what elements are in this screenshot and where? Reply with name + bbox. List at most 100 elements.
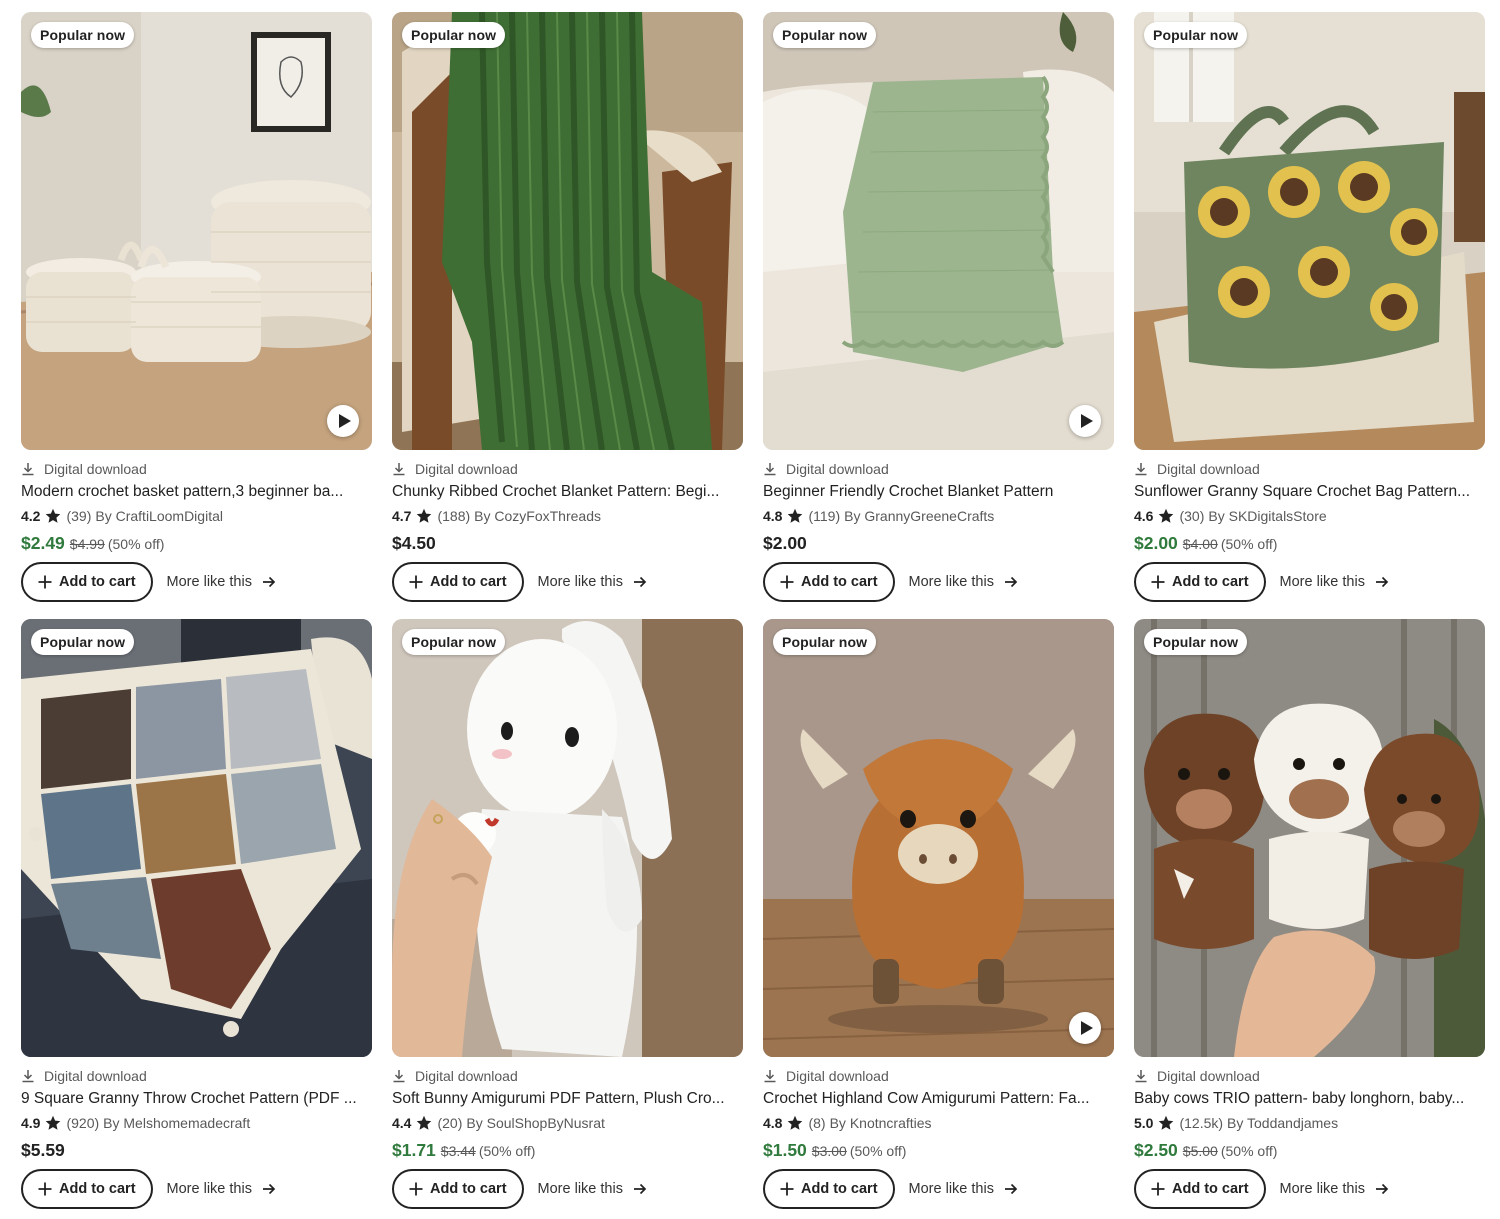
digital-download-label: Digital download bbox=[21, 1067, 372, 1085]
product-image[interactable]: Popular now bbox=[21, 619, 372, 1057]
play-icon[interactable] bbox=[1069, 1012, 1101, 1044]
star-icon bbox=[1159, 1115, 1174, 1130]
download-icon bbox=[764, 463, 776, 476]
add-to-cart-label: Add to cart bbox=[801, 1181, 878, 1197]
product-title[interactable]: Modern crochet basket pattern,3 beginner… bbox=[21, 481, 372, 503]
product-image[interactable]: Popular now bbox=[392, 619, 743, 1057]
product-card[interactable]: Popular now Digital download Beginner Fr… bbox=[763, 12, 1114, 608]
product-title[interactable]: Beginner Friendly Crochet Blanket Patter… bbox=[763, 481, 1114, 503]
add-to-cart-button[interactable]: Add to cart bbox=[21, 562, 153, 602]
add-to-cart-button[interactable]: Add to cart bbox=[392, 1169, 524, 1209]
rating-row: 4.8 (8) By Knotncrafties bbox=[763, 1113, 1114, 1133]
review-count: (12.5k) bbox=[1179, 1115, 1224, 1131]
review-count: (39) bbox=[66, 508, 92, 524]
more-like-this-link[interactable]: More like this bbox=[538, 1181, 647, 1197]
plus-icon bbox=[780, 575, 794, 589]
play-icon[interactable] bbox=[327, 405, 359, 437]
product-title[interactable]: Sunflower Granny Square Crochet Bag Patt… bbox=[1134, 481, 1485, 503]
discount-label: (50% off) bbox=[1220, 1143, 1278, 1159]
product-card[interactable]: Popular now Digital download Sunflower G… bbox=[1134, 12, 1485, 608]
shop-name[interactable]: By GrannyGreeneCrafts bbox=[844, 508, 994, 524]
plus-icon bbox=[1151, 1182, 1165, 1196]
more-like-this-label: More like this bbox=[908, 1181, 994, 1197]
product-image[interactable]: Popular now bbox=[1134, 12, 1485, 450]
star-icon bbox=[788, 1115, 803, 1130]
star-icon bbox=[417, 508, 432, 523]
rating-value: 5.0 bbox=[1134, 1115, 1154, 1131]
add-to-cart-button[interactable]: Add to cart bbox=[1134, 562, 1266, 602]
digital-download-label: Digital download bbox=[763, 1067, 1114, 1085]
more-like-this-link[interactable]: More like this bbox=[909, 1181, 1018, 1197]
add-to-cart-button[interactable]: Add to cart bbox=[392, 562, 524, 602]
more-like-this-link[interactable]: More like this bbox=[1280, 1181, 1389, 1197]
product-title[interactable]: Chunky Ribbed Crochet Blanket Pattern: B… bbox=[392, 481, 743, 503]
product-card[interactable]: Popular now Digital download Crochet Hig… bbox=[763, 619, 1114, 1215]
plus-icon bbox=[38, 1182, 52, 1196]
add-to-cart-label: Add to cart bbox=[801, 574, 878, 590]
play-icon[interactable] bbox=[1069, 405, 1101, 437]
more-like-this-link[interactable]: More like this bbox=[167, 574, 276, 590]
shop-name[interactable]: By Toddandjames bbox=[1227, 1115, 1338, 1131]
price-row: $1.71 $3.44 (50% off) bbox=[392, 1140, 743, 1162]
more-like-this-link[interactable]: More like this bbox=[1280, 574, 1389, 590]
shop-name[interactable]: By Knotncrafties bbox=[830, 1115, 932, 1131]
sale-price: $2.50 bbox=[1134, 1140, 1178, 1160]
price-row: $2.49 $4.99 (50% off) bbox=[21, 533, 372, 555]
discount-label: (50% off) bbox=[849, 1143, 907, 1159]
price-row: $1.50 $3.00 (50% off) bbox=[763, 1140, 1114, 1162]
download-icon bbox=[22, 463, 34, 476]
more-like-this-label: More like this bbox=[908, 574, 994, 590]
price: $5.59 bbox=[21, 1140, 65, 1160]
product-card[interactable]: Popular now Digital download Chunky Ribb… bbox=[392, 12, 743, 608]
add-to-cart-button[interactable]: Add to cart bbox=[1134, 1169, 1266, 1209]
product-title[interactable]: Soft Bunny Amigurumi PDF Pattern, Plush … bbox=[392, 1088, 743, 1110]
add-to-cart-label: Add to cart bbox=[430, 574, 507, 590]
product-card[interactable]: Popular now Digital download Soft Bunny … bbox=[392, 619, 743, 1215]
shop-name[interactable]: By SKDigitalsStore bbox=[1208, 508, 1326, 524]
add-to-cart-button[interactable]: Add to cart bbox=[763, 562, 895, 602]
popular-now-badge: Popular now bbox=[402, 22, 506, 48]
add-to-cart-label: Add to cart bbox=[59, 574, 136, 590]
rating-row: 4.2 (39) By CraftiLoomDigital bbox=[21, 506, 372, 526]
plus-icon bbox=[38, 575, 52, 589]
sale-price: $2.00 bbox=[1134, 533, 1178, 553]
download-icon bbox=[393, 463, 405, 476]
download-text: Digital download bbox=[786, 461, 889, 477]
product-card[interactable]: Popular now Digital download Baby cows T… bbox=[1134, 619, 1485, 1215]
product-image[interactable]: Popular now bbox=[763, 12, 1114, 450]
product-card[interactable]: Popular now Digital download Modern croc… bbox=[21, 12, 372, 608]
review-count: (20) bbox=[437, 1115, 463, 1131]
more-like-this-label: More like this bbox=[1279, 1181, 1365, 1197]
sale-price: $2.49 bbox=[21, 533, 65, 553]
review-count: (920) bbox=[66, 1115, 100, 1131]
download-icon bbox=[764, 1070, 776, 1083]
product-image[interactable]: Popular now bbox=[763, 619, 1114, 1057]
more-like-this-link[interactable]: More like this bbox=[909, 574, 1018, 590]
shop-name[interactable]: By Melshomemadecraft bbox=[103, 1115, 250, 1131]
download-icon bbox=[1135, 1070, 1147, 1083]
more-like-this-label: More like this bbox=[166, 1181, 252, 1197]
product-title[interactable]: 9 Square Granny Throw Crochet Pattern (P… bbox=[21, 1088, 372, 1110]
download-icon bbox=[1135, 463, 1147, 476]
product-image[interactable]: Popular now bbox=[392, 12, 743, 450]
popular-now-badge: Popular now bbox=[1144, 629, 1248, 655]
add-to-cart-button[interactable]: Add to cart bbox=[21, 1169, 153, 1209]
rating-value: 4.7 bbox=[392, 508, 412, 524]
shop-name[interactable]: By CozyFoxThreads bbox=[474, 508, 601, 524]
product-image[interactable]: Popular now bbox=[1134, 619, 1485, 1057]
plus-icon bbox=[1151, 575, 1165, 589]
product-image[interactable]: Popular now bbox=[21, 12, 372, 450]
shop-name[interactable]: By CraftiLoomDigital bbox=[95, 508, 223, 524]
product-title[interactable]: Crochet Highland Cow Amigurumi Pattern: … bbox=[763, 1088, 1114, 1110]
download-text: Digital download bbox=[1157, 1068, 1260, 1084]
download-text: Digital download bbox=[1157, 461, 1260, 477]
arrow-right-icon bbox=[1004, 1183, 1018, 1195]
more-like-this-link[interactable]: More like this bbox=[538, 574, 647, 590]
product-title[interactable]: Baby cows TRIO pattern- baby longhorn, b… bbox=[1134, 1088, 1485, 1110]
review-count: (188) bbox=[437, 508, 471, 524]
shop-name[interactable]: By SoulShopByNusrat bbox=[466, 1115, 605, 1131]
add-to-cart-button[interactable]: Add to cart bbox=[763, 1169, 895, 1209]
product-card[interactable]: Popular now Digital download 9 Square Gr… bbox=[21, 619, 372, 1215]
more-like-this-link[interactable]: More like this bbox=[167, 1181, 276, 1197]
download-text: Digital download bbox=[44, 1068, 147, 1084]
